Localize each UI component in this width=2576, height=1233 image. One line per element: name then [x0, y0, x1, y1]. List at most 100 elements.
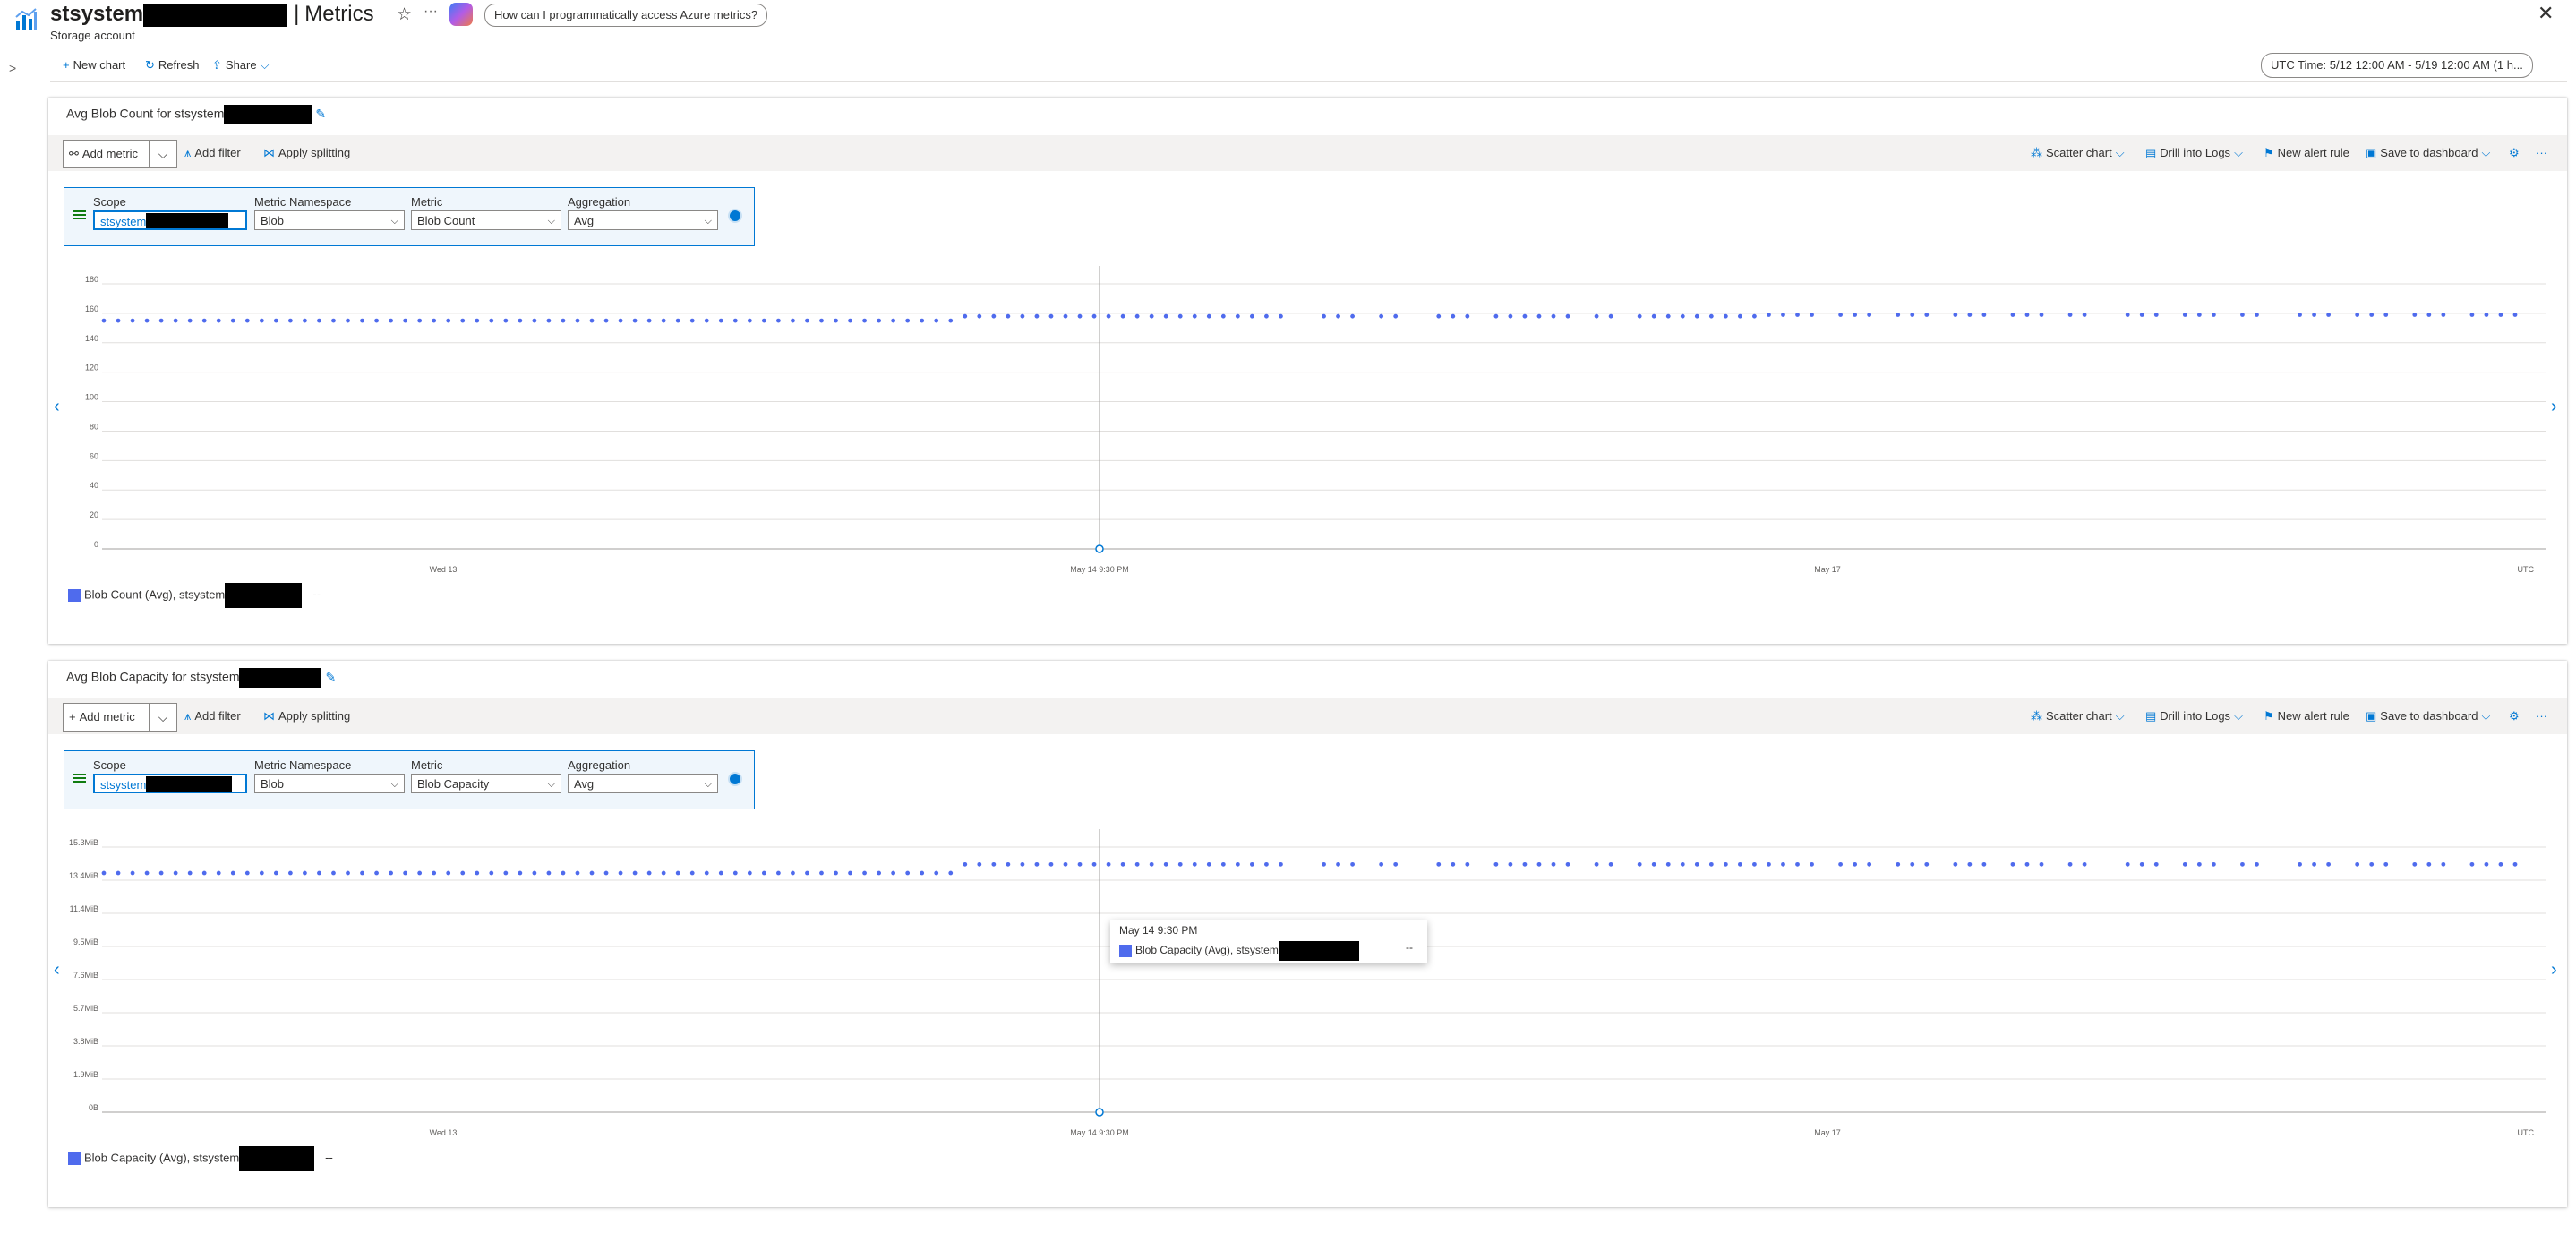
- data-point: [1795, 861, 1800, 867]
- data-point: [1781, 313, 1785, 317]
- data-point: [403, 870, 408, 876]
- redacted-block: [239, 1146, 315, 1171]
- data-point: [1163, 861, 1168, 867]
- data-point: [1752, 313, 1757, 319]
- data-point: [1637, 861, 1642, 867]
- data-point: [1767, 861, 1771, 867]
- copilot-icon[interactable]: [449, 3, 473, 26]
- data-point: [1206, 861, 1211, 867]
- data-point: [1264, 861, 1269, 867]
- data-point: [1206, 313, 1211, 319]
- data-point: [1981, 861, 1987, 867]
- data-point: [1694, 861, 1699, 867]
- chart-legend[interactable]: Blob Capacity (Avg), stsystem --: [68, 1146, 333, 1171]
- data-point: [532, 870, 537, 876]
- data-point: [1680, 313, 1685, 319]
- y-tick-label: 11.4MiB: [70, 904, 98, 913]
- data-point: [1264, 313, 1269, 319]
- data-point: [144, 870, 150, 876]
- data-point: [977, 861, 982, 867]
- data-point: [747, 870, 752, 876]
- chart-tooltip: May 14 9:30 PM Blob Capacity (Avg), stsy…: [1110, 920, 1427, 963]
- data-point: [761, 870, 766, 876]
- refresh-label: Refresh: [158, 58, 200, 72]
- data-point: [761, 318, 766, 323]
- data-point: [1767, 313, 1771, 317]
- data-point: [2426, 861, 2432, 867]
- x-tick-label: May 17: [1814, 565, 1841, 574]
- close-icon[interactable]: ✕: [2537, 2, 2554, 25]
- data-point: [1810, 313, 1814, 317]
- data-point: [775, 318, 781, 323]
- data-point: [1953, 861, 1958, 867]
- data-point: [144, 318, 150, 323]
- scatter-plot[interactable]: 0 20 40 60 80 100 120 140 160 180 Wed 13 May 14 9:3…: [48, 98, 2567, 599]
- data-point: [1322, 313, 1326, 319]
- data-point: [848, 870, 852, 876]
- data-point: [1522, 861, 1528, 867]
- data-point: [1723, 313, 1728, 319]
- data-point: [1795, 313, 1800, 317]
- data-point: [877, 318, 882, 323]
- scatter-plot[interactable]: 0B 1.9MiB 3.8MiB 5.7MiB 7.6MiB 9.5MiB 11.4MiB 1…: [48, 661, 2567, 1162]
- copilot-prompt-button[interactable]: How can I programmatically access Azure …: [484, 4, 768, 27]
- data-point: [546, 318, 552, 323]
- data-point: [1910, 313, 1915, 317]
- data-point: [273, 318, 278, 323]
- x-tick-label: Wed 13: [430, 1128, 458, 1137]
- x-tick-label: Wed 13: [430, 565, 458, 574]
- y-tick-label: 7.6MiB: [73, 971, 98, 980]
- data-point: [546, 870, 552, 876]
- data-point: [1924, 861, 1930, 867]
- data-point: [2196, 861, 2202, 867]
- share-button[interactable]: ⇪ Share ⌵: [212, 56, 269, 75]
- share-label: Share: [225, 58, 257, 72]
- data-point: [1020, 861, 1025, 867]
- data-point: [216, 318, 221, 323]
- data-point: [1565, 861, 1570, 867]
- time-range-picker[interactable]: UTC Time: 5/12 12:00 AM - 5/19 12:00 AM …: [2261, 53, 2533, 78]
- data-point: [173, 870, 178, 876]
- data-point: [2067, 861, 2073, 867]
- data-point: [603, 870, 609, 876]
- data-point: [848, 318, 852, 323]
- new-chart-label: New chart: [73, 58, 126, 72]
- data-point: [1163, 313, 1168, 319]
- x-tick-label: UTC: [2518, 1128, 2535, 1137]
- data-point: [905, 318, 911, 323]
- star-icon[interactable]: ☆: [397, 4, 412, 25]
- y-tick-label: 3.8MiB: [73, 1037, 98, 1046]
- data-point: [1279, 313, 1283, 319]
- ellipsis-icon[interactable]: ···: [424, 4, 438, 20]
- y-tick-label: 120: [85, 364, 98, 372]
- chart-legend[interactable]: Blob Count (Avg), stsystem --: [68, 583, 321, 608]
- data-point: [1451, 861, 1456, 867]
- refresh-button[interactable]: ↻ Refresh: [145, 56, 199, 75]
- data-point: [704, 870, 709, 876]
- data-point: [1091, 313, 1097, 319]
- data-point: [417, 870, 423, 876]
- data-point: [389, 318, 393, 323]
- data-point: [2240, 861, 2245, 867]
- data-point: [158, 318, 164, 323]
- new-chart-button[interactable]: + New chart: [63, 56, 125, 75]
- data-point: [1522, 313, 1528, 319]
- data-point: [1651, 861, 1656, 867]
- data-point: [360, 318, 364, 323]
- data-point: [747, 318, 752, 323]
- data-point: [2196, 313, 2202, 317]
- data-point: [503, 318, 509, 323]
- data-point: [1953, 313, 1958, 317]
- data-point: [1220, 313, 1226, 319]
- data-point: [2469, 861, 2475, 867]
- data-point: [1106, 313, 1111, 319]
- data-point: [1565, 313, 1570, 319]
- data-point: [1665, 313, 1671, 319]
- data-point: [2383, 861, 2389, 867]
- data-point: [518, 870, 523, 876]
- data-point: [1077, 313, 1083, 319]
- data-point: [1436, 861, 1442, 867]
- data-point: [2125, 313, 2130, 317]
- command-bar: + New chart ↻ Refresh ⇪ Share ⌵: [0, 56, 2576, 82]
- data-point: [618, 870, 623, 876]
